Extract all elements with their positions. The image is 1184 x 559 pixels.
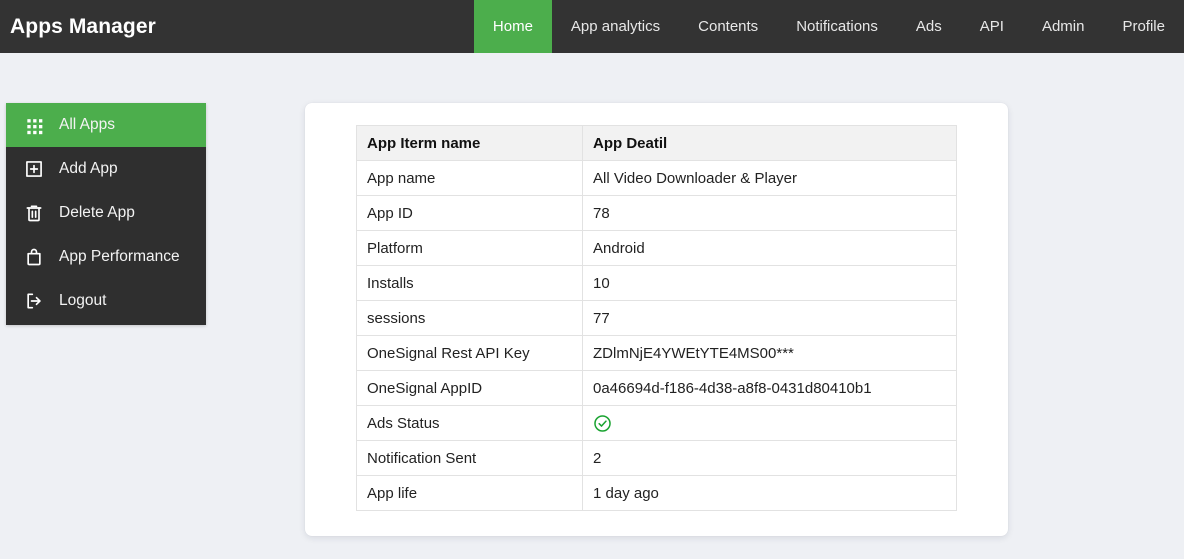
cell-item-name: sessions	[356, 300, 583, 336]
cell-item-value: 78	[582, 195, 957, 231]
logout-icon	[23, 290, 45, 312]
app-detail-card: App Iterm name App Deatil App name All Vi…	[305, 103, 1008, 536]
cell-item-name: OneSignal Rest API Key	[356, 335, 583, 371]
sidebar-item-label: Add App	[59, 160, 118, 178]
nav-item-contents[interactable]: Contents	[679, 0, 777, 53]
nav-item-ads[interactable]: Ads	[897, 0, 961, 53]
nav-item-app-analytics[interactable]: App analytics	[552, 0, 679, 53]
cell-item-value: All Video Downloader & Player	[582, 160, 957, 196]
table-row: App name All Video Downloader & Player	[356, 160, 957, 196]
cell-item-value: ZDlmNjE4YWEtYTE4MS00***	[582, 335, 957, 371]
cell-item-value: Android	[582, 230, 957, 266]
cell-item-value: 10	[582, 265, 957, 301]
cell-item-name: App life	[356, 475, 583, 511]
cell-item-name: Platform	[356, 230, 583, 266]
nav-item-home[interactable]: Home	[473, 0, 552, 53]
column-header-item-name: App Iterm name	[356, 125, 583, 161]
nav-item-api[interactable]: API	[961, 0, 1023, 53]
cell-item-name: Ads Status	[356, 405, 583, 441]
cell-item-value: 0a46694d-f186-4d38-a8f8-0431d80410b1	[582, 370, 957, 406]
grid-icon	[23, 114, 45, 136]
table-row: Platform Android	[356, 230, 957, 266]
sidebar-item-delete-app[interactable]: Delete App	[6, 191, 206, 235]
sidebar-item-label: App Performance	[59, 248, 180, 266]
navbar-spacer	[156, 0, 474, 53]
table-row: Installs 10	[356, 265, 957, 301]
sidebar-item-app-performance[interactable]: App Performance	[6, 235, 206, 279]
app-brand-title: Apps Manager	[10, 14, 156, 38]
nav-item-admin[interactable]: Admin	[1023, 0, 1104, 53]
sidebar-item-all-apps[interactable]: All Apps	[6, 103, 206, 147]
nav-item-profile[interactable]: Profile	[1103, 0, 1184, 53]
app-detail-table: App Iterm name App Deatil App name All Vi…	[356, 125, 957, 511]
table-row: App life 1 day ago	[356, 475, 957, 511]
table-row: OneSignal Rest API Key ZDlmNjE4YWEtYTE4MS…	[356, 335, 957, 371]
cell-item-value: 1 day ago	[582, 475, 957, 511]
sidebar-item-logout[interactable]: Logout	[6, 279, 206, 323]
cell-item-name: Installs	[356, 265, 583, 301]
cell-item-value: 77	[582, 300, 957, 336]
cell-item-name: OneSignal AppID	[356, 370, 583, 406]
table-body: App name All Video Downloader & Player App…	[356, 160, 957, 511]
sidebar-item-label: Logout	[59, 292, 107, 310]
top-navbar: Apps Manager Home App analytics Contents No…	[0, 0, 1184, 53]
table-row: App ID 78	[356, 195, 957, 231]
bag-icon	[23, 246, 45, 268]
sidebar-item-add-app[interactable]: Add App	[6, 147, 206, 191]
sidebar-item-label: Delete App	[59, 204, 135, 222]
cell-item-value: 2	[582, 440, 957, 476]
cell-item-name: App ID	[356, 195, 583, 231]
table-row: sessions 77	[356, 300, 957, 336]
sidebar-menu: All Apps Add App Delete App App Performance…	[6, 103, 206, 325]
column-header-detail: App Deatil	[582, 125, 957, 161]
nav-item-notifications[interactable]: Notifications	[777, 0, 897, 53]
cell-item-name: App name	[356, 160, 583, 196]
sidebar-item-label: All Apps	[59, 116, 116, 134]
table-header-row: App Iterm name App Deatil	[356, 125, 957, 161]
plus-square-icon	[23, 158, 45, 180]
table-row: Ads Status	[356, 405, 957, 441]
navbar-menu: Home App analytics Contents Notifications Ad…	[473, 0, 1184, 53]
check-circle-icon	[582, 405, 957, 441]
table-row: Notification Sent 2	[356, 440, 957, 476]
table-row: OneSignal AppID 0a46694d-f186-4d38-a8f8-0…	[356, 370, 957, 406]
trash-icon	[23, 202, 45, 224]
table-head: App Iterm name App Deatil	[356, 125, 957, 161]
cell-item-name: Notification Sent	[356, 440, 583, 476]
